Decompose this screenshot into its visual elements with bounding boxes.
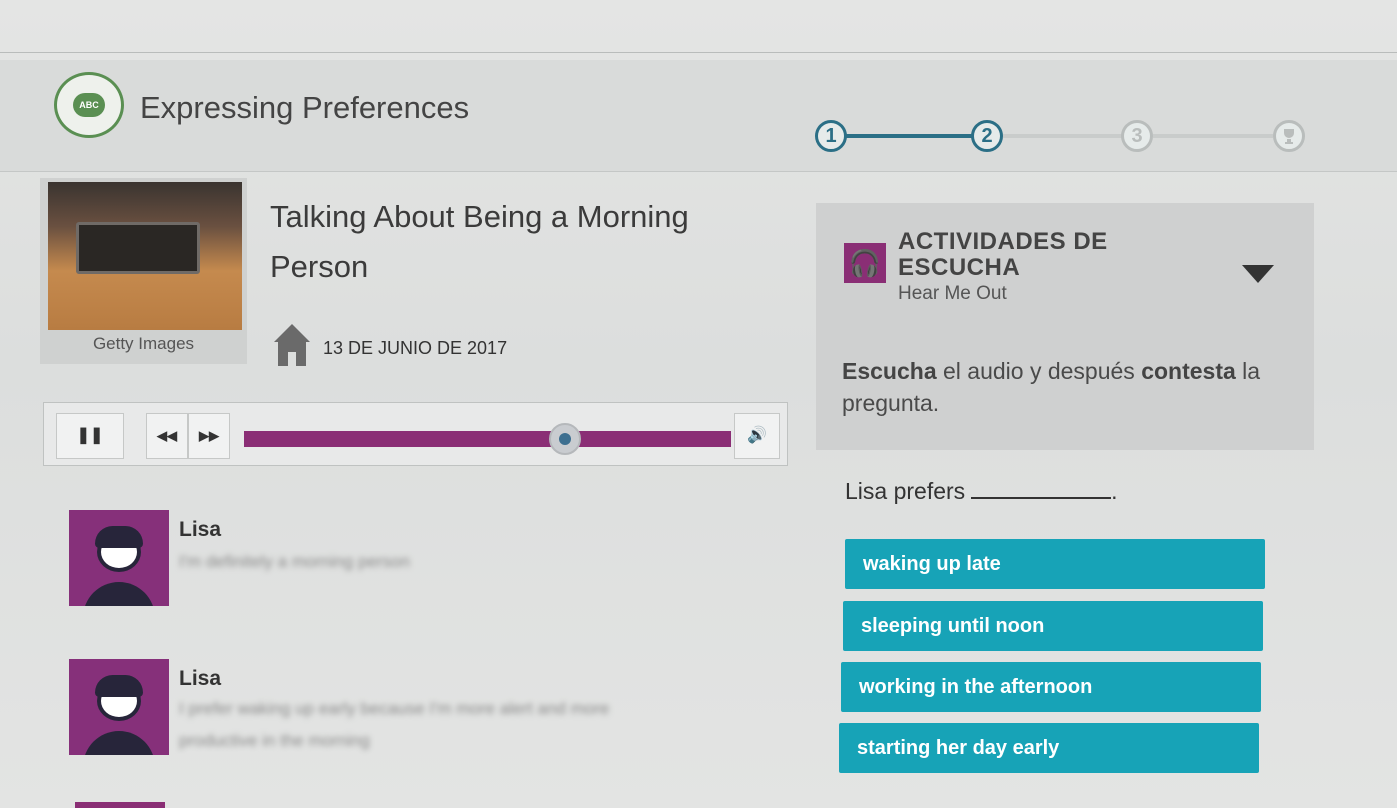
image-credit: Getty Images — [92, 334, 195, 353]
activity-panel: 🎧 ACTIVIDADES DE ESCUCHA Hear Me Out Esc… — [816, 203, 1314, 450]
pause-button[interactable]: ❚❚ — [56, 413, 124, 459]
step-connector-3-4 — [1153, 134, 1273, 138]
answer-option[interactable]: sleeping until noon — [843, 601, 1263, 651]
instruction-text-1: el audio y después — [936, 358, 1142, 384]
fast-forward-icon: ▶▶ — [199, 428, 219, 443]
message-text-line-2: productive in the morning — [179, 731, 370, 750]
fast-forward-button[interactable]: ▶▶ — [188, 413, 230, 459]
activity-subtitle: Hear Me Out — [898, 283, 1007, 304]
step-2[interactable]: 2 — [971, 120, 1003, 152]
progress-handle[interactable] — [549, 423, 582, 455]
page-title: Expressing Preferences — [140, 90, 470, 125]
progress-bar[interactable] — [244, 431, 731, 447]
step-progress: 1 2 3 — [815, 118, 1315, 158]
alarm-clock — [76, 222, 200, 274]
transcript-message: Lisa I'm definitely a morning person — [69, 510, 769, 608]
question-prompt: Lisa prefers. — [845, 478, 1118, 505]
logo-label: ABC — [73, 93, 105, 117]
alarm-clock-photo — [48, 182, 242, 330]
avatar-body — [83, 731, 155, 755]
message-text: I'm definitely a morning person — [179, 552, 410, 571]
top-divider — [0, 52, 1397, 53]
instruction-verb-1: Escucha — [842, 358, 937, 384]
answer-option[interactable]: working in the afternoon — [841, 662, 1261, 712]
question-suffix: . — [1111, 478, 1118, 504]
step-connector-2-3 — [1003, 134, 1123, 138]
volume-icon: 🔊 — [747, 427, 767, 444]
avatar — [69, 510, 169, 606]
question-text: Lisa prefers — [845, 478, 966, 504]
speaker-name: Lisa — [179, 667, 222, 690]
pause-icon: ❚❚ — [76, 427, 104, 444]
message-text-line-1: I prefer waking up early because I'm mor… — [179, 699, 610, 718]
audio-player: ❚❚ ◀◀ ▶▶ 🔊 — [43, 402, 788, 466]
next-message-avatar-edge — [75, 802, 165, 808]
activity-title: ACTIVIDADES DE ESCUCHA — [898, 228, 1108, 281]
step-1[interactable]: 1 — [815, 120, 847, 152]
step-4-trophy-icon[interactable] — [1273, 120, 1305, 152]
lesson-thumbnail: Getty Images — [40, 178, 247, 364]
transcript-message: Lisa I prefer waking up early because I'… — [69, 659, 769, 757]
rewind-icon: ◀◀ — [157, 428, 177, 443]
activity-instructions: Escucha el audio y después contesta la p… — [842, 355, 1262, 419]
avatar — [69, 659, 169, 755]
answer-blank — [971, 481, 1112, 499]
step-connector-1-2 — [845, 134, 975, 138]
volume-button[interactable]: 🔊 — [734, 413, 780, 459]
lesson-title: Talking About Being a Morning Person — [270, 199, 689, 284]
rewind-button[interactable]: ◀◀ — [146, 413, 188, 459]
chat-bubble-icon: ABC — [54, 72, 124, 138]
caret-down-icon[interactable] — [1242, 265, 1274, 283]
speaker-name: Lisa — [179, 518, 222, 541]
home-icon — [274, 324, 310, 366]
answer-option[interactable]: waking up late — [845, 539, 1265, 589]
avatar-body — [83, 582, 155, 606]
lesson-header: ABC Expressing Preferences 1 2 3 — [0, 60, 1397, 172]
step-3[interactable]: 3 — [1121, 120, 1153, 152]
instruction-verb-2: contesta — [1141, 358, 1236, 384]
avatar-hair — [95, 675, 143, 697]
lesson-date: 13 DE JUNIO DE 2017 — [323, 338, 508, 358]
answer-option[interactable]: starting her day early — [839, 723, 1259, 773]
headphones-icon: 🎧 — [844, 243, 886, 283]
avatar-hair — [95, 526, 143, 548]
